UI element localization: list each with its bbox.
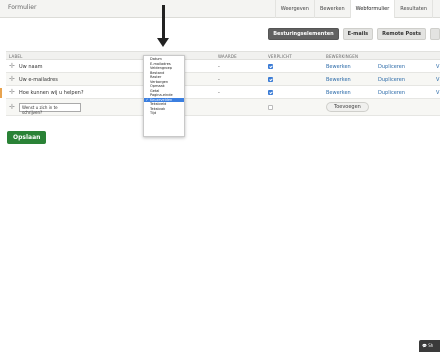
- add-component-row: ✛ Wenst u zich in te schrijven? Toevoege…: [6, 99, 440, 116]
- drag-handle-icon[interactable]: ✛: [9, 88, 15, 96]
- tab-bewerken[interactable]: Bewerken: [313, 0, 350, 18]
- table-header: LABEL WAARDE VERPLICHT BEWERKINGEN: [6, 51, 440, 60]
- component-label: Hoe kunnen wij u helpen?: [19, 90, 84, 96]
- save-button[interactable]: Opslaan: [7, 131, 47, 144]
- required-checkbox[interactable]: [268, 64, 273, 69]
- drag-handle-icon[interactable]: ✛: [9, 62, 15, 70]
- tab-overflow[interactable]: [430, 28, 440, 40]
- new-component-required-checkbox[interactable]: [268, 105, 273, 110]
- duplicate-link[interactable]: Dupliceren: [378, 64, 405, 70]
- duplicate-link[interactable]: Dupliceren: [378, 77, 405, 83]
- component-value: -: [218, 77, 220, 83]
- column-header-operations: BEWERKINGEN: [326, 54, 359, 59]
- drag-handle-icon[interactable]: ✛: [9, 75, 15, 83]
- component-label: Uw e-mailadres: [19, 77, 58, 83]
- more-link[interactable]: V: [436, 64, 439, 70]
- chat-icon: 💬: [422, 343, 427, 348]
- chat-button[interactable]: 💬 Sh: [419, 340, 440, 352]
- more-link[interactable]: V: [436, 90, 439, 96]
- column-header-required: VERPLICHT: [268, 54, 292, 59]
- tab-remote-posts[interactable]: Remote Posts: [377, 28, 426, 40]
- column-header-label: LABEL: [9, 54, 23, 59]
- duplicate-link[interactable]: Dupliceren: [378, 90, 405, 96]
- component-type-dropdown[interactable]: Datum E-mailadres Veldengroep Bestand Ra…: [143, 55, 185, 137]
- component-label: Uw naam: [19, 64, 43, 70]
- tab-e-mails[interactable]: E-mails: [342, 28, 374, 40]
- required-checkbox[interactable]: [268, 77, 273, 82]
- new-component-label-input[interactable]: Wenst u zich in te schrijven?: [19, 103, 81, 115]
- primary-tabs: Weergeven Bewerken Webformulier Resultat…: [274, 0, 440, 18]
- component-value: -: [218, 90, 220, 96]
- add-component-button[interactable]: Toevoegen: [326, 102, 369, 112]
- table-row: ✛ Uw e-mailadres - Bewerken Dupliceren V: [6, 73, 440, 86]
- edit-link[interactable]: Bewerken: [326, 77, 351, 83]
- table-row: ✛ Hoe kunnen wij u helpen? - Bewerken Du…: [6, 86, 440, 99]
- secondary-tabs: Besturingselementen E-mails Remote Posts: [268, 28, 440, 40]
- required-checkbox[interactable]: [268, 90, 273, 95]
- annotation-arrow-shaft: [162, 5, 165, 40]
- more-link[interactable]: V: [436, 77, 439, 83]
- tab-resultaten[interactable]: Resultaten: [394, 0, 432, 18]
- drag-handle-icon: ✛: [9, 103, 15, 111]
- table-row: ✛ Uw naam - Bewerken Dupliceren V: [6, 60, 440, 73]
- page-title: Formulier: [8, 4, 37, 11]
- tab-more[interactable]: [432, 0, 440, 18]
- component-value: -: [218, 64, 220, 70]
- annotation-arrow-head-icon: [157, 38, 169, 47]
- tab-webformulier[interactable]: Webformulier: [349, 0, 395, 18]
- tab-besturingselementen[interactable]: Besturingselementen: [268, 28, 339, 40]
- type-option[interactable]: Tijd: [144, 111, 184, 116]
- tab-weergeven[interactable]: Weergeven: [274, 0, 314, 18]
- left-accent-marker: [0, 88, 2, 98]
- column-header-value: WAARDE: [218, 54, 237, 59]
- chat-button-label: Sh: [428, 343, 434, 348]
- edit-link[interactable]: Bewerken: [326, 90, 351, 96]
- type-option-selected[interactable]: Keuzevelden: [144, 97, 184, 102]
- top-bar: Formulier Weergeven Bewerken Webformulie…: [0, 0, 440, 18]
- edit-link[interactable]: Bewerken: [326, 64, 351, 70]
- components-table: LABEL WAARDE VERPLICHT BEWERKINGEN ✛ Uw …: [6, 51, 440, 116]
